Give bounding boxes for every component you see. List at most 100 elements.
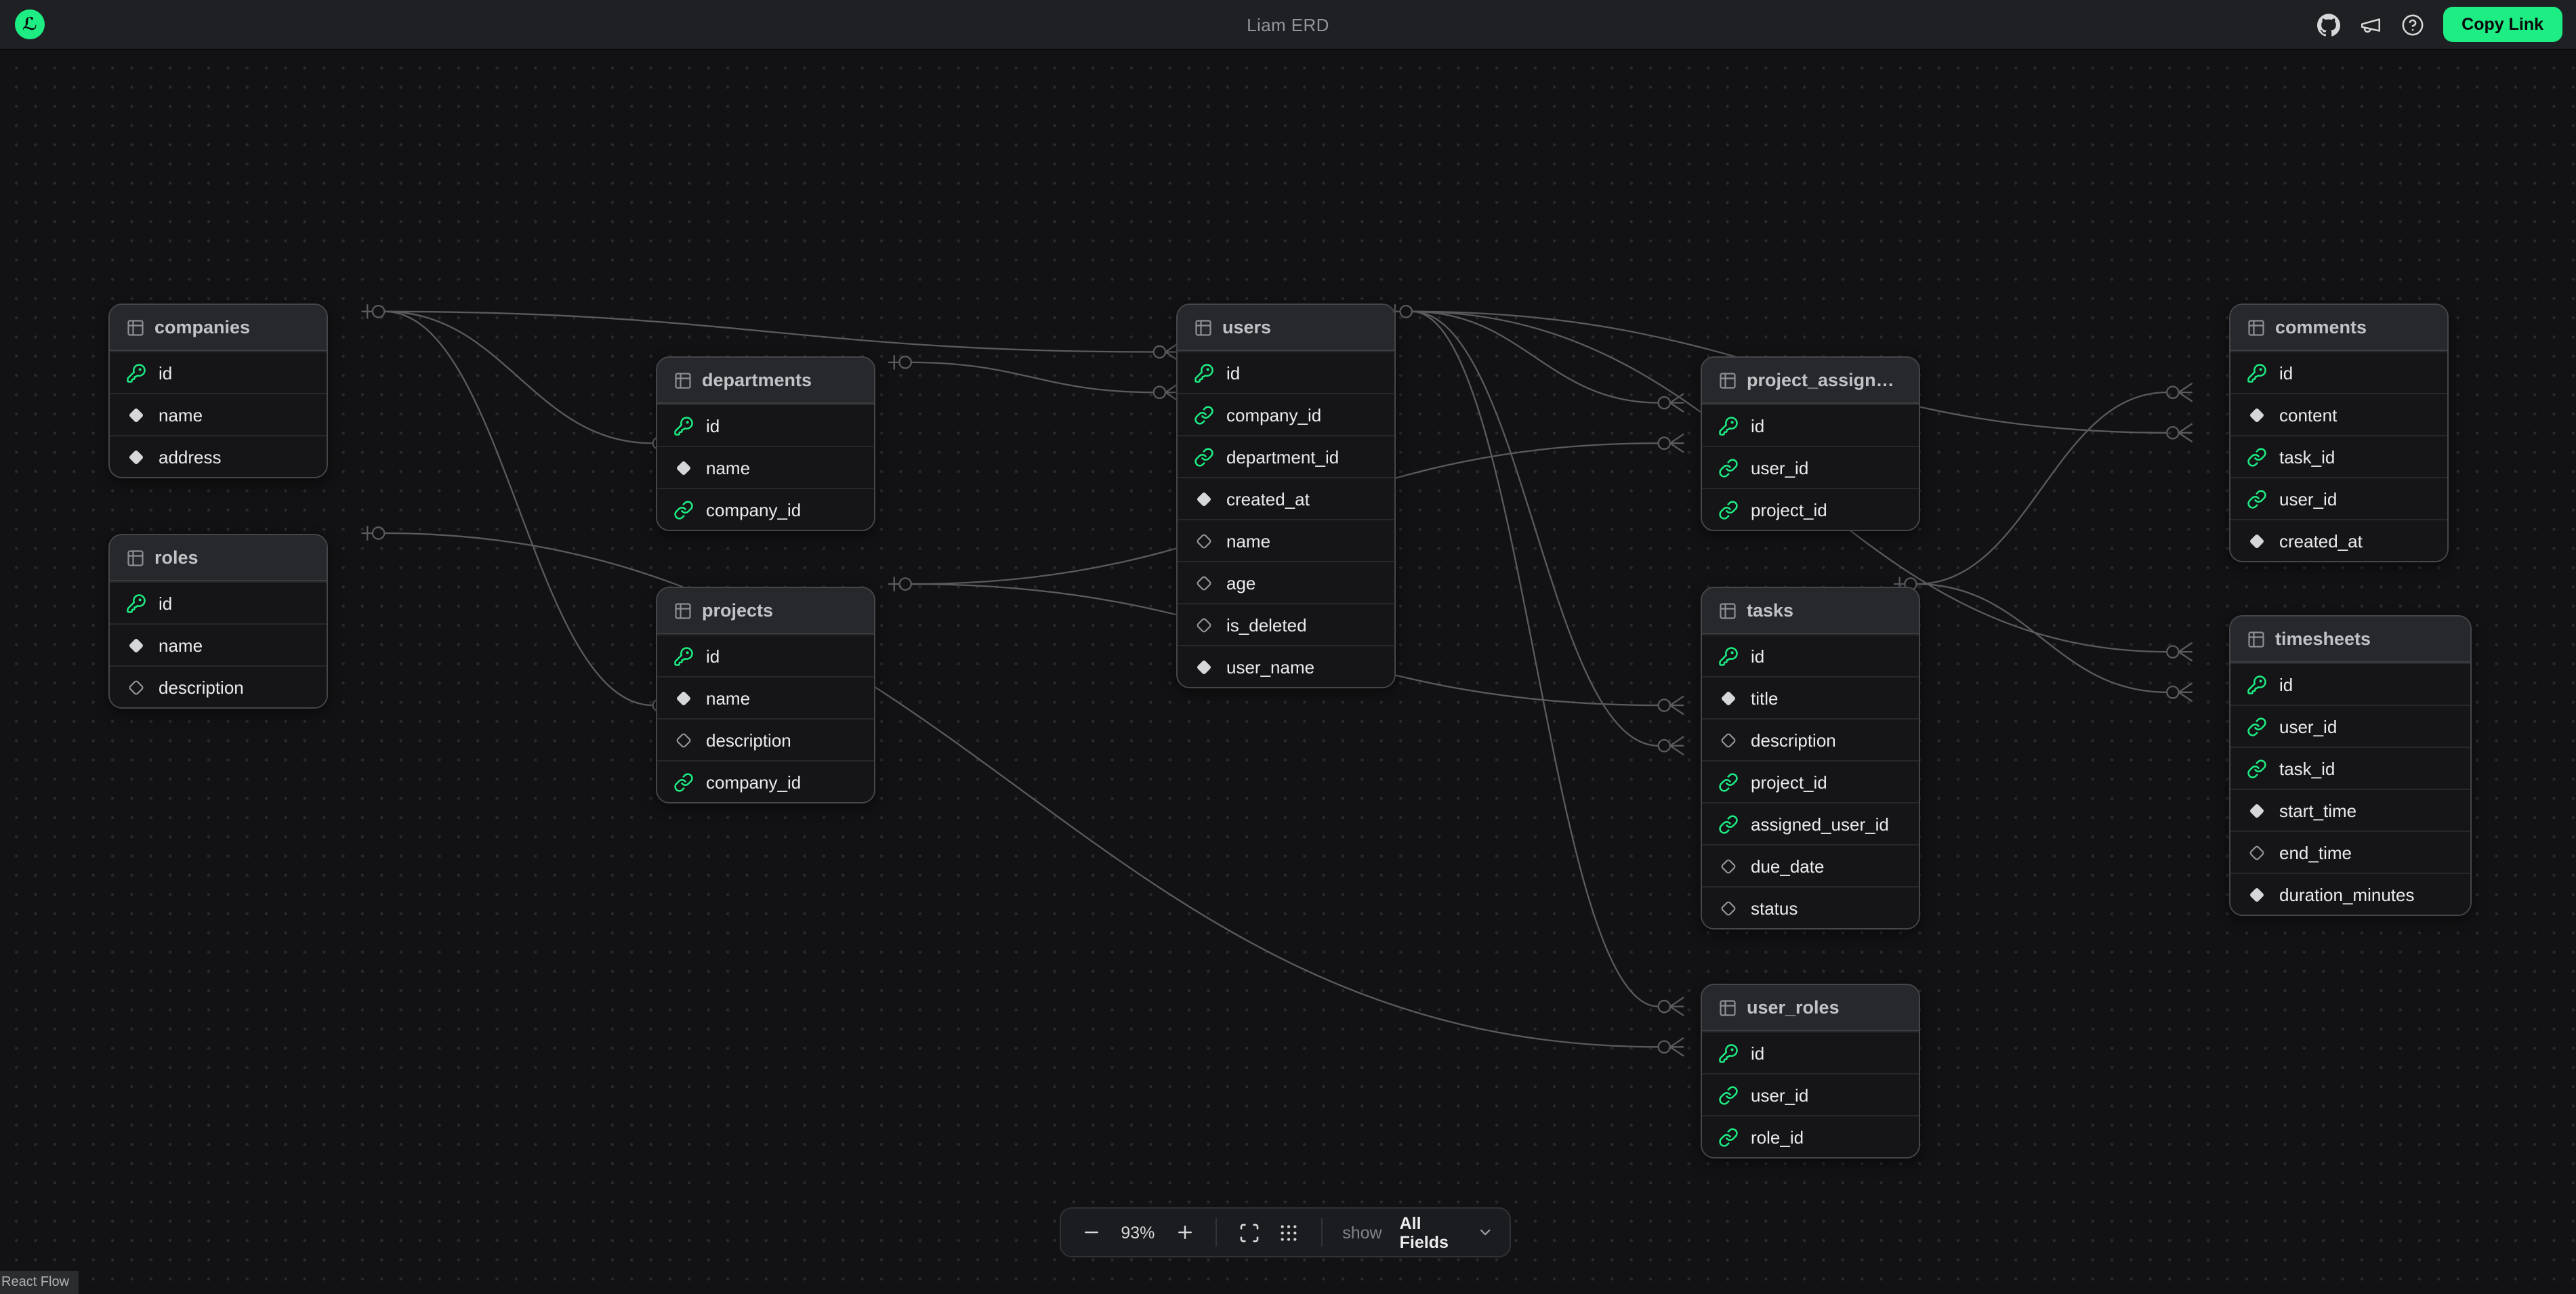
nullable-diamond-icon — [1194, 614, 1214, 635]
column-row-project_id[interactable]: project_id — [1702, 760, 1919, 802]
not-null-diamond-icon — [1718, 688, 1739, 708]
table-node-user_roles[interactable]: user_rolesiduser_idrole_id — [1701, 984, 1920, 1159]
column-row-user_id[interactable]: user_id — [1702, 446, 1919, 488]
tidy-up-grid-icon[interactable] — [1275, 1217, 1303, 1247]
column-row-id[interactable]: id — [2230, 351, 2447, 393]
fields-filter-dropdown[interactable]: All Fields — [1400, 1213, 1493, 1251]
column-row-name[interactable]: name — [110, 623, 327, 665]
not-null-diamond-icon — [2247, 530, 2267, 551]
column-row-company_id[interactable]: company_id — [1178, 393, 1394, 435]
nullable-diamond-icon — [673, 730, 694, 750]
column-name: description — [159, 677, 244, 697]
column-row-content[interactable]: content — [2230, 393, 2447, 435]
table-header[interactable]: users — [1178, 305, 1394, 351]
fit-view-icon[interactable] — [1235, 1217, 1263, 1247]
react-flow-attribution[interactable]: React Flow — [0, 1271, 79, 1294]
column-row-created_at[interactable]: created_at — [2230, 519, 2447, 561]
erd-canvas[interactable]: companiesidnameaddressrolesidnamedescrip… — [0, 49, 2576, 1294]
column-row-name[interactable]: name — [657, 446, 874, 488]
table-node-roles[interactable]: roles id name description — [108, 534, 328, 709]
not-null-diamond-icon — [1194, 656, 1214, 677]
table-header[interactable]: companies — [110, 305, 327, 351]
table-node-timesheets[interactable]: timesheets iduser_idtask_id start_time end_… — [2229, 615, 2472, 916]
column-row-description[interactable]: description — [1702, 718, 1919, 760]
table-node-companies[interactable]: companiesidnameaddress — [108, 304, 328, 478]
table-node-tasks[interactable]: tasksidtitledescriptionproject_idassigne… — [1701, 587, 1920, 930]
table-header[interactable]: projects — [657, 588, 874, 634]
column-name: start_time — [2279, 800, 2356, 820]
column-name: end_time — [2279, 842, 2352, 862]
column-row-due_date[interactable]: due_date — [1702, 844, 1919, 886]
table-node-departments[interactable]: departmentsidnamecompany_id — [656, 356, 875, 531]
not-null-diamond-icon — [673, 688, 694, 708]
column-row-user_id[interactable]: user_id — [2230, 705, 2470, 747]
column-row-title[interactable]: title — [1702, 676, 1919, 718]
foreign-key-icon — [2247, 488, 2267, 509]
nullable-diamond-icon — [1194, 530, 1214, 551]
table-icon — [1718, 601, 1737, 620]
column-row-name[interactable]: name — [657, 676, 874, 718]
column-name: is_deleted — [1226, 614, 1307, 635]
primary-key-icon — [126, 362, 146, 383]
column-row-id[interactable]: id — [110, 351, 327, 393]
column-row-id[interactable]: id — [1178, 351, 1394, 393]
table-header[interactable]: user_roles — [1702, 985, 1919, 1031]
column-row-user_id[interactable]: user_id — [1702, 1073, 1919, 1115]
column-row-user_id[interactable]: user_id — [2230, 477, 2447, 519]
column-row-assigned_user_id[interactable]: assigned_user_id — [1702, 802, 1919, 844]
column-row-company_id[interactable]: company_id — [657, 488, 874, 530]
table-header[interactable]: project_assignments — [1702, 358, 1919, 404]
table-header[interactable]: timesheets — [2230, 617, 2470, 663]
table-header[interactable]: tasks — [1702, 588, 1919, 634]
column-row-description[interactable]: description — [657, 718, 874, 760]
help-icon[interactable] — [2401, 13, 2424, 36]
column-row-start_time[interactable]: start_time — [2230, 789, 2470, 831]
column-row-id[interactable]: id — [1702, 1031, 1919, 1073]
table-node-users[interactable]: usersidcompany_iddepartment_idcreated_at… — [1176, 304, 1396, 688]
column-row-role_id[interactable]: role_id — [1702, 1115, 1919, 1157]
column-row-id[interactable]: id — [110, 581, 327, 623]
table-node-comments[interactable]: commentsidcontenttask_iduser_idcreated_a… — [2229, 304, 2449, 562]
not-null-diamond-icon — [126, 446, 146, 467]
table-name: roles — [154, 547, 199, 568]
column-row-age[interactable]: age — [1178, 561, 1394, 603]
table-header[interactable]: departments — [657, 358, 874, 404]
column-row-project_id[interactable]: project_id — [1702, 488, 1919, 530]
column-row-address[interactable]: address — [110, 435, 327, 477]
github-icon[interactable] — [2317, 13, 2340, 36]
column-row-is_deleted[interactable]: is_deleted — [1178, 603, 1394, 645]
column-row-task_id[interactable]: task_id — [2230, 747, 2470, 789]
megaphone-icon[interactable] — [2359, 13, 2382, 36]
top-bar: ℒ Liam ERD Copy Link — [0, 0, 2576, 50]
zoom-out-button[interactable] — [1077, 1217, 1105, 1247]
copy-link-button[interactable]: Copy Link — [2443, 7, 2562, 42]
zoom-toolbar: 93% show All Fields — [1060, 1207, 1511, 1257]
column-row-id[interactable]: id — [1702, 404, 1919, 446]
foreign-key-icon — [673, 772, 694, 792]
primary-key-icon — [1718, 646, 1739, 666]
column-row-user_name[interactable]: user_name — [1178, 645, 1394, 687]
column-row-name[interactable]: name — [1178, 519, 1394, 561]
column-name: id — [159, 593, 172, 613]
table-header[interactable]: roles — [110, 535, 327, 581]
table-node-project_assignments[interactable]: project_assignmentsiduser_idproject_id — [1701, 356, 1920, 531]
column-row-description[interactable]: description — [110, 665, 327, 707]
column-row-name[interactable]: name — [110, 393, 327, 435]
column-row-id[interactable]: id — [657, 404, 874, 446]
column-row-department_id[interactable]: department_id — [1178, 435, 1394, 477]
column-row-id[interactable]: id — [2230, 663, 2470, 705]
table-node-projects[interactable]: projectsidnamedescriptioncompany_id — [656, 587, 875, 803]
column-row-created_at[interactable]: created_at — [1178, 477, 1394, 519]
table-icon — [1718, 998, 1737, 1017]
table-name: timesheets — [2275, 629, 2371, 649]
column-row-task_id[interactable]: task_id — [2230, 435, 2447, 477]
column-name: user_name — [1226, 656, 1314, 677]
column-row-status[interactable]: status — [1702, 886, 1919, 928]
zoom-in-button[interactable] — [1170, 1217, 1198, 1247]
column-row-end_time[interactable]: end_time — [2230, 831, 2470, 873]
column-row-duration_minutes[interactable]: duration_minutes — [2230, 873, 2470, 915]
table-header[interactable]: comments — [2230, 305, 2447, 351]
column-row-id[interactable]: id — [1702, 634, 1919, 676]
column-row-id[interactable]: id — [657, 634, 874, 676]
column-row-company_id[interactable]: company_id — [657, 760, 874, 802]
